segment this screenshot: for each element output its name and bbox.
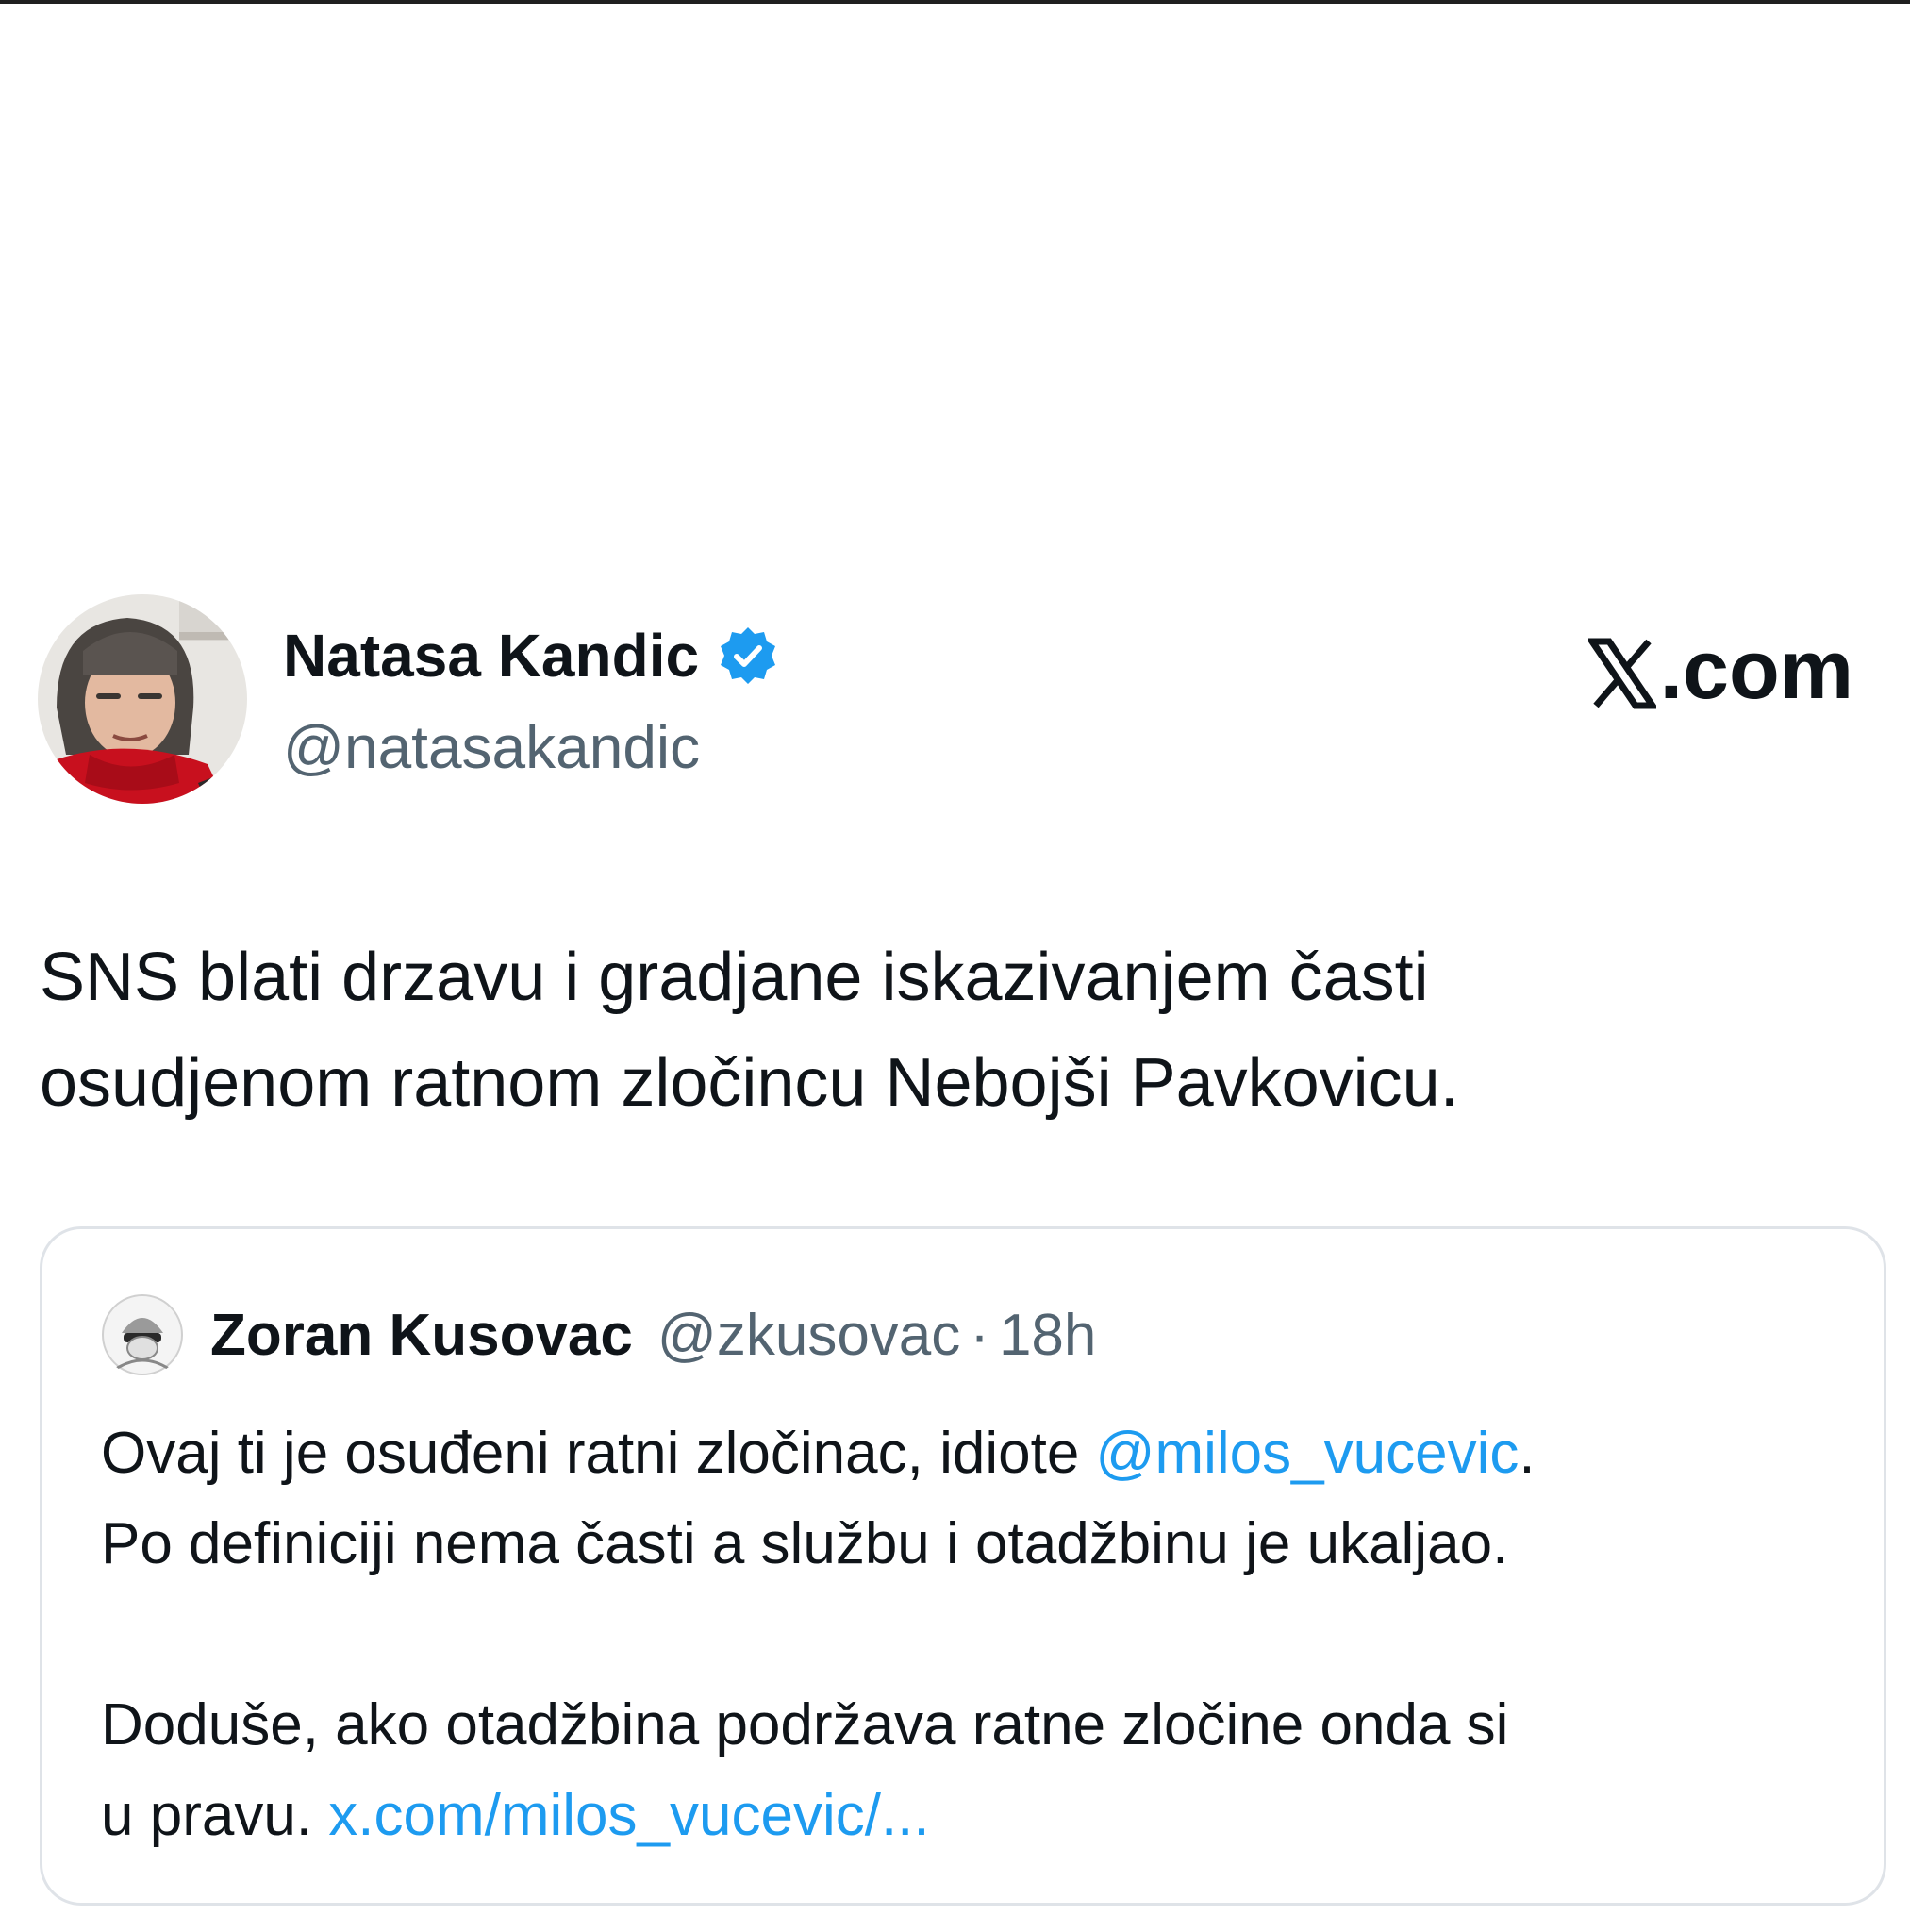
tweet-line: osudjenom ratnom zločincu Nebojši Pavkov… — [40, 1045, 1459, 1121]
quoted-line: Doduše, ako otadžbina podržava ratne zlo… — [101, 1692, 1509, 1757]
quoted-author-avatar[interactable] — [101, 1293, 184, 1376]
tweet-text: SNS blati drzavu i gradjane iskazivanjem… — [40, 924, 1832, 1136]
quoted-author-avatar-image — [101, 1293, 184, 1376]
quoted-line: u pravu. x.com/milos_vucevic/... — [101, 1771, 1836, 1861]
quoted-line-text: Ovaj ti je osuđeni ratni zločinac, idiot… — [101, 1421, 1096, 1486]
x-logo-icon — [1586, 634, 1659, 709]
quoted-author-handle[interactable]: @zkusovac — [657, 1302, 960, 1369]
quoted-tweet-text: Ovaj ti je osuđeni ratni zločinac, idiot… — [101, 1408, 1836, 1861]
author-avatar[interactable] — [38, 594, 247, 804]
quoted-tweet-header: Zoran Kusovac @zkusovac · 18h — [101, 1293, 1096, 1376]
mention-link[interactable]: @milos_vucevic — [1096, 1421, 1520, 1486]
quoted-line-text: . — [1519, 1421, 1536, 1486]
author-handle[interactable]: @natasakandic — [283, 709, 700, 785]
quoted-tweet-card[interactable]: Zoran Kusovac @zkusovac · 18h Ovaj ti je… — [40, 1226, 1886, 1906]
x-com-brand: .com — [1586, 623, 1853, 717]
top-border — [0, 0, 1910, 4]
author-display-name[interactable]: Natasa Kandic — [283, 618, 699, 693]
url-link[interactable]: x.com/milos_vucevic/... — [328, 1783, 929, 1848]
tweet-line: SNS blati drzavu i gradjane iskazivanjem… — [40, 940, 1429, 1015]
verified-badge-icon — [718, 625, 778, 686]
quoted-author-name[interactable]: Zoran Kusovac — [210, 1302, 633, 1369]
author-display-name-row[interactable]: Natasa Kandic — [283, 618, 778, 693]
brand-domain-suffix: .com — [1659, 623, 1853, 716]
separator-dot: · — [970, 1302, 989, 1368]
quoted-line-text: u pravu. — [101, 1783, 329, 1848]
quoted-line: Po definiciji nema časti a službu i otad… — [101, 1511, 1509, 1576]
quoted-line: Ovaj ti je osuđeni ratni zločinac, idiot… — [101, 1408, 1836, 1499]
quoted-timestamp[interactable]: 18h — [999, 1302, 1096, 1369]
author-avatar-image — [38, 594, 247, 804]
